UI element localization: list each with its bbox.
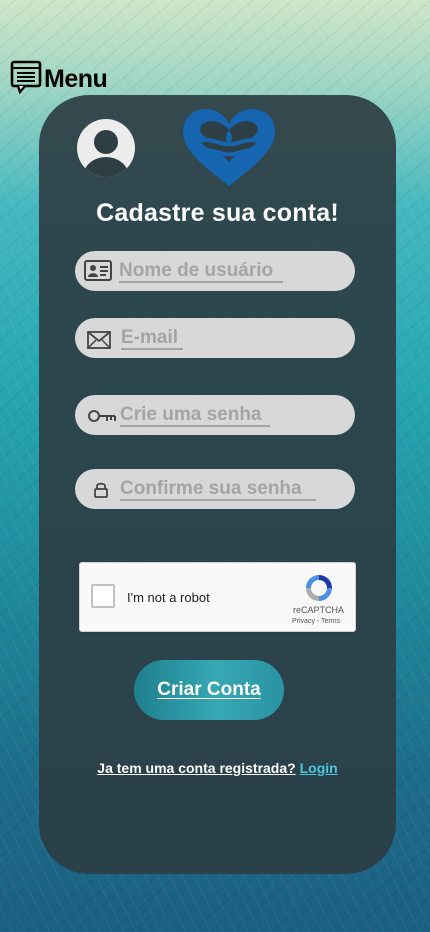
email-underline (121, 348, 183, 350)
menu-label: Menu (44, 64, 108, 93)
signup-card: Cadastre sua conta! Nome de usuário E-ma… (39, 95, 396, 874)
recaptcha-legal-links[interactable]: Privacy - Terms (292, 618, 340, 625)
login-prompt: Ja tem uma conta registrada? Login (39, 760, 396, 776)
lock-icon (94, 481, 108, 498)
recaptcha-label: I'm not a robot (127, 590, 210, 605)
email-field-container (75, 318, 355, 358)
id-card-icon (84, 258, 112, 284)
recaptcha-checkbox[interactable] (91, 584, 115, 608)
confirm-password-underline (120, 499, 316, 501)
key-icon (87, 409, 117, 423)
username-underline (119, 281, 283, 283)
create-account-button[interactable]: Criar Conta (134, 660, 284, 720)
chat-menu-icon (10, 60, 42, 99)
password-field-container (75, 395, 355, 435)
login-link[interactable]: Login (300, 760, 338, 776)
page-title: Cadastre sua conta! (96, 199, 339, 227)
username-input[interactable] (119, 259, 339, 283)
confirm-password-input[interactable] (120, 477, 345, 501)
user-avatar-icon (77, 119, 135, 177)
recaptcha-logo-icon (303, 572, 335, 604)
recaptcha-brand: reCAPTCHA (293, 605, 345, 615)
confirm-password-field-container (75, 469, 355, 509)
username-field-container (75, 251, 355, 291)
recaptcha-widget: I'm not a robot reCAPTCHA Privacy - Term… (79, 562, 356, 632)
create-account-label: Criar Conta (157, 679, 261, 700)
menu-button[interactable]: Menu (10, 60, 108, 99)
password-underline (120, 425, 270, 427)
heart-wave-logo (179, 106, 279, 188)
login-question: Ja tem uma conta registrada? (97, 760, 296, 776)
email-input[interactable] (121, 326, 341, 350)
password-input[interactable] (120, 403, 340, 427)
envelope-icon (87, 331, 111, 349)
